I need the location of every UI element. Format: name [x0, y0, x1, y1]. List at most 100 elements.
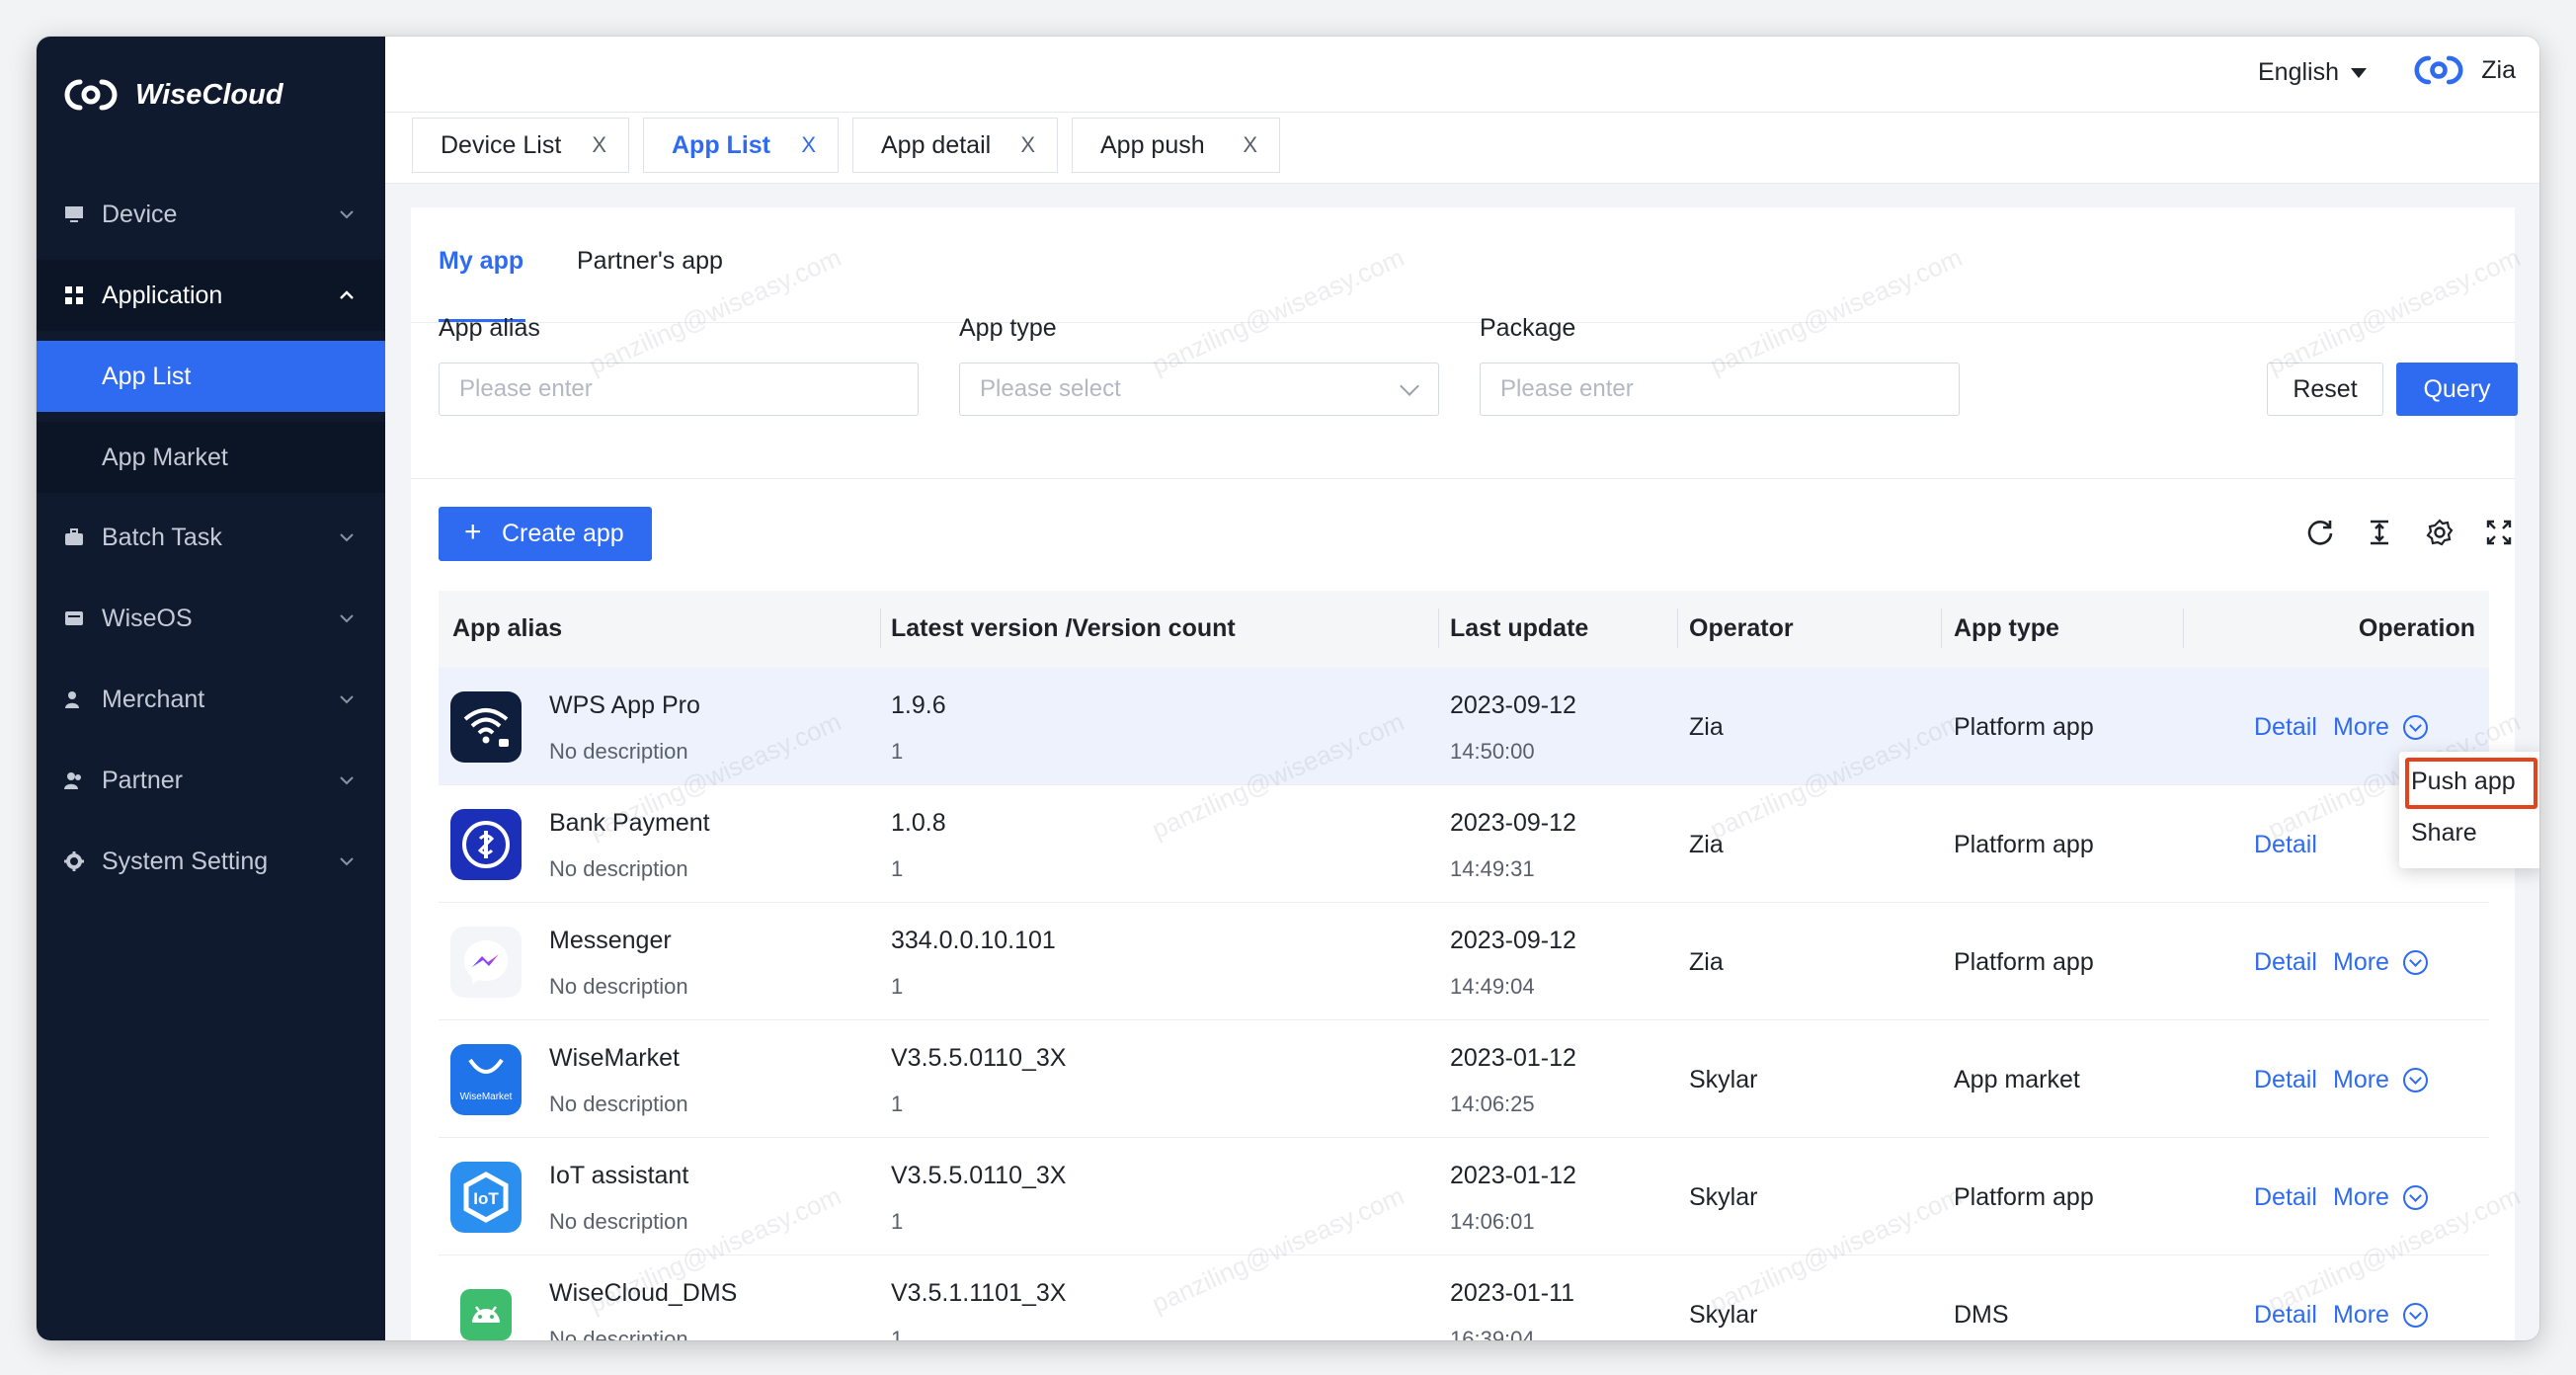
user-menu[interactable]: Zia	[2414, 54, 2516, 86]
refresh-icon[interactable]	[2303, 516, 2337, 549]
more-link[interactable]: More	[2333, 1066, 2428, 1094]
menu-item-push-app[interactable]: Push app	[2411, 768, 2516, 796]
top-header: English Zia	[385, 37, 2539, 113]
sidebar-item-partner[interactable]: Partner	[37, 745, 385, 816]
language-selector[interactable]: English	[2258, 58, 2367, 87]
more-link[interactable]: More	[2333, 948, 2428, 977]
alias-input[interactable]: Please enter	[439, 363, 919, 416]
operator: Skylar	[1689, 1183, 1758, 1211]
tab-app-detail[interactable]: App detail X	[852, 118, 1058, 173]
close-icon[interactable]: X	[1020, 132, 1035, 158]
package-input[interactable]: Please enter	[1480, 363, 1960, 416]
sidebar-item-system-setting[interactable]: System Setting	[37, 826, 385, 897]
type-select[interactable]: Please select	[959, 363, 1439, 416]
density-icon[interactable]	[2363, 516, 2396, 549]
create-app-button[interactable]: + Create app	[439, 507, 652, 561]
sidebar-item-app-list[interactable]: App List	[37, 341, 385, 412]
latest-version: V3.5.5.0110_3X	[891, 1044, 1067, 1072]
subtab-my-app[interactable]: My app	[439, 247, 523, 276]
sidebar-item-device[interactable]: Device	[37, 179, 385, 250]
briefcase-icon	[64, 527, 84, 547]
version-count: 1	[891, 739, 904, 764]
tab-app-list[interactable]: App List X	[643, 118, 839, 173]
more-link[interactable]: More	[2333, 713, 2428, 742]
table-row[interactable]: Bank Payment No description 1.0.8 1 2023…	[439, 785, 2489, 903]
chevron-up-icon	[338, 286, 356, 304]
chevron-down-icon	[338, 852, 356, 870]
detail-link[interactable]: Detail	[2254, 1066, 2317, 1094]
query-button[interactable]: Query	[2396, 363, 2518, 416]
sidebar-item-app-market[interactable]: App Market	[37, 422, 385, 493]
detail-link[interactable]: Detail	[2254, 1183, 2317, 1212]
sidebar-item-wiseos[interactable]: WiseOS	[37, 583, 385, 654]
watermark: panziling@wiseasy.com	[2263, 242, 2525, 380]
chevron-down-icon	[338, 771, 356, 789]
fullscreen-icon[interactable]	[2482, 516, 2516, 549]
table-row[interactable]: IoT IoT assistant No description V3.5.5.…	[439, 1138, 2489, 1255]
update-date: 2023-09-12	[1450, 809, 1576, 837]
tab-app-push[interactable]: App push X	[1072, 118, 1280, 173]
update-time: 14:49:04	[1450, 974, 1535, 999]
subtab-partner-app[interactable]: Partner's app	[577, 247, 723, 276]
app-name[interactable]: WiseMarket	[549, 1044, 680, 1073]
brand-name: WiseCloud	[135, 78, 283, 111]
table-row[interactable]: Messenger No description 334.0.0.10.101 …	[439, 903, 2489, 1020]
content-card: My app Partner's app App alias Please en…	[411, 207, 2525, 1340]
logo[interactable]: WiseCloud	[64, 68, 283, 121]
operator: Zia	[1689, 831, 1724, 858]
sidebar-label: Application	[102, 281, 223, 309]
operator: Zia	[1689, 713, 1724, 741]
sidebar-label: Merchant	[102, 685, 205, 713]
caret-down-icon	[2351, 67, 2367, 78]
operator: Zia	[1689, 948, 1724, 976]
settings-icon[interactable]	[2423, 516, 2456, 549]
avatar	[2414, 55, 2463, 85]
app-name[interactable]: Bank Payment	[549, 809, 710, 838]
app-type: DMS	[1954, 1301, 2009, 1329]
alias-placeholder: Please enter	[459, 375, 593, 402]
app-name[interactable]: IoT assistant	[549, 1162, 688, 1190]
sidebar-item-application[interactable]: Application	[37, 260, 385, 331]
app-name[interactable]: WPS App Pro	[549, 691, 700, 720]
more-link[interactable]: More	[2333, 1301, 2428, 1330]
more-label: More	[2333, 1066, 2389, 1093]
package-label: Package	[1480, 314, 1576, 342]
type-label: App type	[959, 314, 1057, 342]
sidebar-item-merchant[interactable]: Merchant	[37, 664, 385, 735]
app-name[interactable]: Messenger	[549, 927, 672, 955]
detail-link[interactable]: Detail	[2254, 713, 2317, 742]
tab-device-list[interactable]: Device List X	[412, 118, 629, 173]
wisecloud-logo-icon	[64, 79, 118, 111]
column-header: Operation	[2358, 614, 2475, 642]
table-row[interactable]: WiseMarket WiseMarket No description V3.…	[439, 1020, 2489, 1138]
tab-label: App push	[1100, 130, 1205, 159]
detail-link[interactable]: Detail	[2254, 1301, 2317, 1330]
close-icon[interactable]: X	[801, 132, 816, 158]
app-type: Platform app	[1954, 831, 2094, 858]
user-icon	[64, 689, 84, 709]
version-count: 1	[891, 856, 904, 881]
detail-link[interactable]: Detail	[2254, 948, 2317, 977]
app-name[interactable]: WiseCloud_DMS	[549, 1279, 737, 1308]
column-header: App type	[1954, 614, 2059, 642]
reset-button[interactable]: Reset	[2267, 363, 2383, 416]
iot-icon: IoT	[450, 1162, 522, 1233]
wisemarket-icon-label: WiseMarket	[460, 1092, 513, 1102]
detail-link[interactable]: Detail	[2254, 831, 2317, 859]
page-tabs-bar: Device List X App List X App detail X Ap…	[385, 113, 2539, 184]
more-link[interactable]: More	[2333, 1183, 2428, 1212]
sidebar-item-batch-task[interactable]: Batch Task	[37, 502, 385, 573]
gear-icon	[64, 851, 84, 871]
update-date: 2023-01-12	[1450, 1044, 1576, 1072]
watermark: panziling@wiseasy.com	[1147, 242, 1409, 380]
close-icon[interactable]: X	[592, 132, 606, 158]
version-count: 1	[891, 1092, 904, 1116]
package-placeholder: Please enter	[1500, 375, 1634, 402]
menu-item-share[interactable]: Share	[2411, 819, 2477, 848]
table-row[interactable]: WPS App Pro No description 1.9.6 1 2023-…	[439, 668, 2489, 785]
alias-label: App alias	[439, 314, 540, 342]
plus-icon: +	[464, 516, 482, 548]
close-icon[interactable]: X	[1243, 132, 1257, 158]
chevron-down-icon	[1400, 376, 1419, 396]
table-row[interactable]: WiseCloud_DMS No description V3.5.1.1101…	[439, 1255, 2489, 1340]
